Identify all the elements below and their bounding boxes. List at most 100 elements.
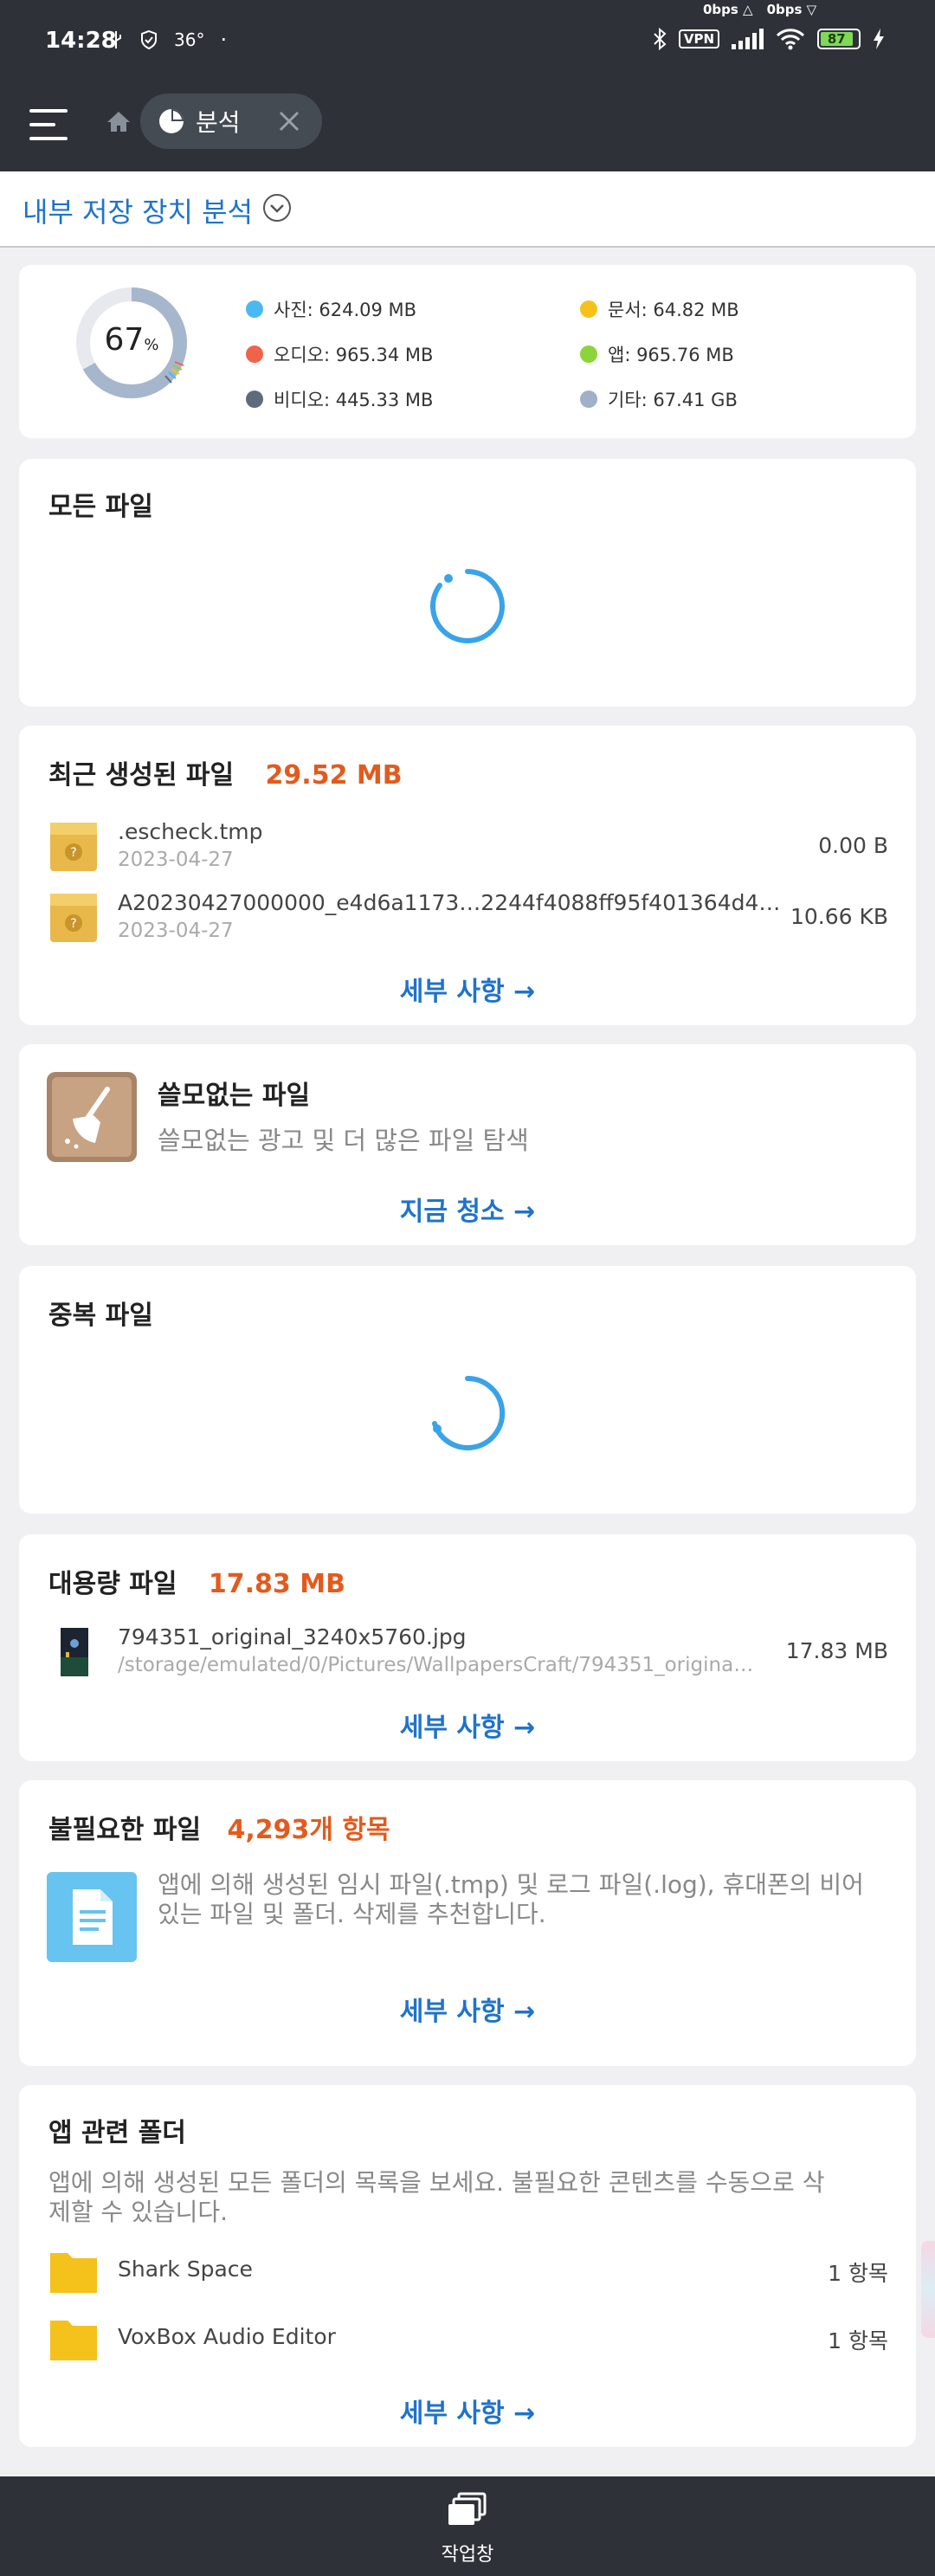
junk-title: 쓸모없는 파일 (158, 1081, 311, 1111)
legend-dot (580, 300, 597, 318)
app-folders-desc-line1: 앱에 의해 생성된 모든 폴더의 목록을 보세요. 불필요한 콘텐츠를 수동으로… (48, 2168, 825, 2197)
storage-used-percent: 67% (104, 322, 159, 358)
bluetooth-icon (654, 28, 667, 50)
large-details-link[interactable]: 세부 사항 → (19, 1706, 916, 1744)
close-icon[interactable] (275, 107, 303, 135)
legend-other: 기타: 67.41 GB (580, 386, 738, 412)
unknown-file-icon: ? (50, 823, 97, 871)
junk-files-card[interactable]: 쓸모없는 파일 쓸모없는 광고 및 더 많은 파일 탐색 지금 청소 → (19, 1044, 916, 1245)
charging-icon (874, 29, 884, 49)
speed-up: 0bps △ (703, 2, 753, 17)
speed-down: 0bps ▽ (766, 2, 817, 17)
legend-audio: 오디오: 965.34 MB (246, 341, 433, 367)
duplicate-files-title: 중복 파일 (48, 1301, 153, 1331)
folder-icon (50, 2253, 97, 2293)
loading-spinner-icon (430, 569, 505, 643)
list-item[interactable]: ? A20230427000000_e4d6a1173…2244f4088ff9… (48, 887, 888, 949)
wifi-icon (776, 29, 805, 50)
recent-files-header: 최근 생성된 파일 29.52 MB (48, 753, 403, 791)
legend-photos: 사진: 624.09 MB (246, 296, 416, 322)
battery-icon: 87 (817, 29, 861, 49)
file-name: 794351_original_3240x5760.jpg (118, 1624, 467, 1650)
storage-selector[interactable]: 내부 저장 장치 분석 (0, 171, 935, 248)
unneeded-files-count: 4,293개 항목 (227, 1815, 390, 1845)
signal-icon (732, 29, 764, 49)
recent-files-size: 29.52 MB (265, 760, 403, 791)
broom-icon (47, 1072, 137, 1162)
list-item[interactable]: 794351_original_3240x5760.jpg /storage/e… (48, 1621, 888, 1683)
file-date: 2023-04-27 (118, 849, 234, 871)
file-date: 2023-04-27 (118, 920, 234, 942)
image-thumbnail (61, 1628, 88, 1676)
status-dot: · (220, 28, 228, 52)
svg-text:?: ? (70, 846, 76, 860)
folder-icon (50, 2321, 97, 2360)
recent-details-link[interactable]: 세부 사항 → (19, 970, 916, 1008)
folder-count: 1 항목 (828, 2328, 888, 2353)
file-name: .escheck.tmp (118, 819, 263, 844)
duplicate-files-card[interactable]: 중복 파일 (19, 1266, 916, 1514)
app-folders-card: 앱 관련 폴더 앱에 의해 생성된 모든 폴더의 목록을 보세요. 불필요한 콘… (19, 2085, 916, 2447)
storage-overview-card[interactable]: 67% 사진: 624.09 MB 문서: 64.82 MB 오디오: 965.… (19, 265, 916, 438)
file-name: A20230427000000_e4d6a1173…2244f4088ff95f… (118, 890, 793, 915)
home-icon[interactable] (106, 109, 132, 135)
all-files-card[interactable]: 모든 파일 (19, 459, 916, 707)
legend-dot (246, 300, 263, 318)
legend-dot (580, 345, 597, 363)
status-left-icons: 36° · (108, 28, 227, 52)
unneeded-details-link[interactable]: 세부 사항 → (19, 1990, 916, 2028)
file-path: /storage/emulated/0/Pictures/WallpapersC… (118, 1654, 754, 1676)
windows-stack-icon[interactable] (447, 2492, 487, 2527)
folder-name: Shark Space (118, 2256, 253, 2282)
status-right-icons: VPN 87 (653, 28, 885, 50)
all-files-title: 모든 파일 (48, 492, 153, 522)
unneeded-files-card: 불필요한 파일 4,293개 항목 앱에 의해 생성된 임시 파일(.tmp) … (19, 1780, 916, 2066)
tab-analysis[interactable]: 분석 (140, 94, 322, 149)
status-time: 14:28 (45, 28, 117, 54)
document-icon (47, 1872, 137, 1962)
junk-subtitle: 쓸모없는 광고 및 더 많은 파일 탐색 (158, 1126, 529, 1155)
unneeded-desc-line2: 있는 파일 및 폴더. 삭제를 추천합니다. (158, 1900, 546, 1928)
large-files-card: 대용량 파일 17.83 MB 794351_original_3240x576… (19, 1534, 916, 1761)
menu-icon[interactable] (29, 107, 68, 142)
legend-dot (580, 391, 597, 408)
folder-count: 1 항목 (828, 2261, 888, 2286)
chevron-down-icon[interactable] (261, 192, 293, 223)
app-bar: 분석 (0, 87, 935, 171)
shield-icon (141, 29, 157, 50)
legend-dot (246, 391, 263, 408)
network-speed: 0bps △ 0bps ▽ (703, 2, 816, 17)
clean-now-link[interactable]: 지금 청소 → (19, 1190, 916, 1228)
top-bar: 14:28 36° · 0bps △ 0bps ▽ VPN 87 분석 (0, 0, 935, 171)
app-folders-title: 앱 관련 폴더 (48, 2118, 186, 2148)
vpn-badge: VPN (678, 29, 719, 48)
edge-panel-handle[interactable] (921, 2241, 935, 2338)
list-item[interactable]: ? .escheck.tmp 2023-04-27 0.00 B (48, 816, 888, 878)
large-files-header: 대용량 파일 17.83 MB (48, 1562, 345, 1600)
recent-files-title: 최근 생성된 파일 (48, 760, 235, 791)
usb-icon (111, 31, 121, 48)
legend-dot (246, 345, 263, 363)
list-item[interactable]: Shark Space 1 항목 (48, 2243, 888, 2296)
app-folders-details-link[interactable]: 세부 사항 → (19, 2392, 916, 2430)
unknown-file-icon: ? (50, 894, 97, 942)
file-size: 0.00 B (818, 833, 888, 858)
tab-label: 분석 (196, 108, 241, 137)
recent-files-card: 최근 생성된 파일 29.52 MB ? .escheck.tmp 2023-0… (19, 726, 916, 1025)
large-files-title: 대용량 파일 (48, 1569, 177, 1599)
legend-documents: 문서: 64.82 MB (580, 296, 739, 322)
large-files-size: 17.83 MB (208, 1569, 345, 1599)
list-item[interactable]: VoxBox Audio Editor 1 항목 (48, 2310, 888, 2364)
unneeded-desc-line1: 앱에 의해 생성된 임시 파일(.tmp) 및 로그 파일(.log), 휴대폰… (158, 1870, 864, 1899)
status-bar: 14:28 36° · 0bps △ 0bps ▽ VPN 87 (0, 0, 935, 87)
loading-spinner-icon (432, 1375, 506, 1450)
tasks-label[interactable]: 작업창 (0, 2539, 935, 2566)
bottom-nav: 작업창 (0, 2476, 935, 2576)
file-size: 10.66 KB (790, 904, 888, 929)
app-folders-desc-line2: 제할 수 있습니다. (48, 2198, 229, 2226)
legend-video: 비디오: 445.33 MB (246, 386, 433, 412)
unneeded-files-header: 불필요한 파일 4,293개 항목 (48, 1808, 390, 1846)
file-size: 17.83 MB (785, 1638, 888, 1663)
storage-title: 내부 저장 장치 분석 (23, 196, 254, 229)
pie-chart-icon (159, 109, 184, 133)
